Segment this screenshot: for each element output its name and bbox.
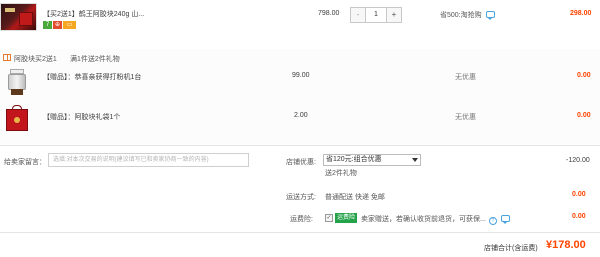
insurance-amount: 0.00 [572,213,586,220]
message-to-seller-input[interactable]: 选填:对本次交易的说明(建议填写已和卖家协商一致的内容) [48,153,249,167]
gift-title[interactable]: 【赠品】：恭喜亲获得打粉机1台 [43,72,141,82]
promo-rule: 满1件送2件礼物 [70,56,120,63]
chat-icon[interactable] [485,11,495,20]
gift-title[interactable]: 【赠品】：阿胶块礼袋1个 [43,112,120,122]
gift-price: 2.00 [294,112,308,119]
save-note: 省500:淘抢购 [440,10,495,20]
gift-total: 0.00 [577,112,591,119]
insurance-text: 卖家赠送，若确认收货前退货，可获保... [361,216,486,223]
save-note-text: 省500:淘抢购 [440,12,482,19]
credit-card-icon: ▭ [63,21,76,29]
unit-price: 798.00 [318,10,340,17]
item-subtotal: 298.00 [570,10,592,17]
shop-total-amount: ¥178.00 [546,239,586,251]
insurance-label: 运费险: [290,216,313,223]
quantity-input[interactable]: 1 [366,8,386,22]
help-icon[interactable]: ? [488,217,497,225]
shipping-label: 运送方式: [286,194,316,201]
quantity-increase-button[interactable]: + [386,8,401,22]
gift-total: 0.00 [577,72,591,79]
product-service-badges: 7 ⊕ ▭ [43,21,76,29]
gift-price: 99.00 [292,72,310,79]
dropdown-caret-icon [412,158,418,162]
promo-name: 阿胶块买2送1 [14,56,57,63]
chat-icon[interactable] [500,215,510,224]
insurance-checkbox[interactable]: ✓ [325,214,333,222]
product-title-link[interactable]: 【买2送1】鹤王阿胶块240g 山... [43,9,144,19]
shop-discount-amount: -120.00 [566,157,590,164]
shop-discount-select[interactable]: 省120元:组合优惠 [323,154,421,166]
total-divider [0,232,600,233]
shipping-method: 普通配送 快递 免邮 [325,194,385,201]
gift-thumbnail-bag[interactable] [5,105,29,133]
quantity-stepper[interactable]: - 1 + [350,7,402,23]
shop-discount-label: 店铺优惠: [286,159,316,166]
gift-discount: 无优惠 [455,114,476,121]
message-label: 给卖家留言： [4,159,46,166]
section-divider [0,145,600,146]
shop-discount-note: 送2件礼物 [325,170,357,177]
gift-discount: 无优惠 [455,74,476,81]
quantity-decrease-button[interactable]: - [351,8,366,22]
guarantee-icon: ⊕ [53,21,62,29]
product-thumbnail[interactable] [0,3,37,31]
insurance-badge: 运费险 [335,213,357,223]
insurance-description: 卖家赠送，若确认收货前退货，可获保...? [361,214,510,225]
shipping-amount: 0.00 [572,191,586,198]
shop-total-label: 店铺合计(含运费) [484,245,538,252]
seven-day-return-icon: 7 [43,21,52,29]
gift-icon [3,54,11,61]
shop-discount-selected: 省120元:组合优惠 [326,156,382,163]
gift-thumbnail-grinder[interactable] [5,69,29,95]
